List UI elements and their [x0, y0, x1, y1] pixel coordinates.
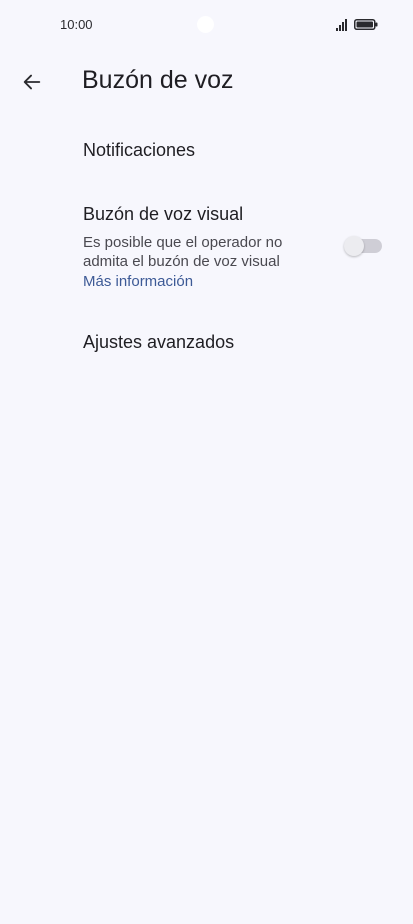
toggle-thumb: [344, 236, 364, 256]
settings-item-notifications[interactable]: Notificaciones: [0, 125, 413, 180]
status-time: 10:00: [60, 17, 93, 32]
notifications-label: Notificaciones: [83, 140, 196, 160]
visual-voicemail-label: Buzón de voz visual: [83, 204, 244, 224]
arrow-back-icon: [23, 74, 41, 90]
visual-voicemail-toggle[interactable]: [344, 236, 382, 256]
battery-icon: [354, 19, 378, 30]
settings-item-advanced[interactable]: Ajustes avanzados: [0, 315, 413, 370]
signal-icon: [336, 19, 347, 31]
app-bar: Buzón de voz: [0, 52, 413, 112]
page-title: Buzón de voz: [82, 66, 234, 94]
advanced-settings-label: Ajustes avanzados: [83, 332, 235, 352]
status-bar: 10:00: [0, 0, 413, 50]
front-camera-cutout: [197, 16, 214, 33]
back-button[interactable]: [14, 64, 50, 100]
more-info-link[interactable]: Más información: [83, 272, 323, 291]
visual-voicemail-subtitle: Es posible que el operador no admita el …: [83, 234, 283, 270]
